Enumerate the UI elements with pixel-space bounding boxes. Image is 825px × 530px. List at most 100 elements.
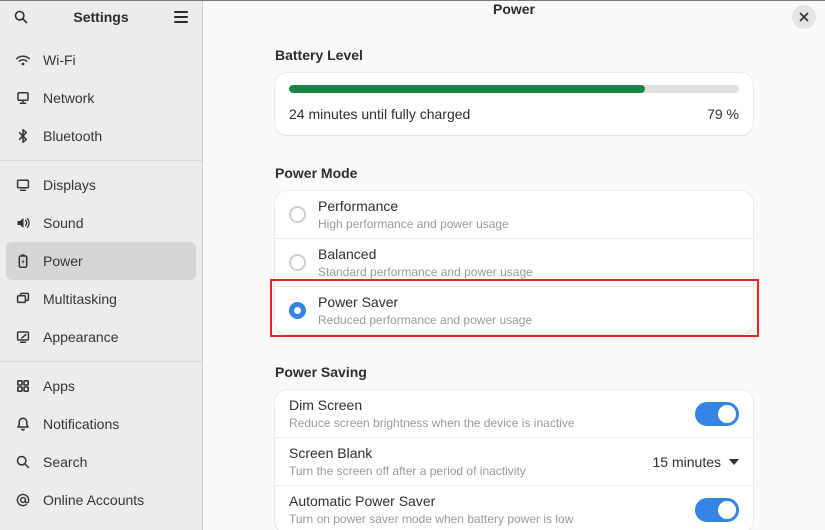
notifications-icon [15, 416, 31, 432]
sidebar-item-wifi[interactable]: Wi-Fi [6, 41, 196, 79]
network-icon [15, 90, 31, 106]
automatic-power-saver-toggle[interactable] [695, 497, 739, 522]
sidebar-item-power[interactable]: Power [6, 242, 196, 280]
dim-screen-toggle[interactable] [695, 401, 739, 426]
sidebar-item-apps[interactable]: Apps [6, 367, 196, 405]
power-mode-card: Performance High performance and power u… [270, 191, 759, 337]
option-subtitle: High performance and power usage [318, 217, 509, 231]
sound-icon [15, 215, 31, 231]
screen-blank-value: 15 minutes [652, 453, 721, 470]
setting-row-automatic-power-saver[interactable]: Automatic Power Saver Turn on power save… [275, 485, 753, 530]
sidebar-item-label: Online Accounts [43, 492, 145, 508]
option-wrap-balanced: Balanced Standard performance and power … [275, 238, 753, 286]
option-title: Balanced [318, 246, 377, 262]
option-title: Power Saver [318, 294, 399, 310]
battery-percent-label: 79 % [707, 106, 739, 122]
option-row-performance[interactable]: Performance High performance and power u… [275, 191, 753, 238]
setting-wrap-screen-blank: Screen Blank Turn the screen off after a… [275, 437, 753, 485]
setting-text: Screen Blank Turn the screen off after a… [289, 443, 641, 480]
sidebar-item-label: Sound [43, 215, 84, 231]
sidebar-item-appearance[interactable]: Appearance [6, 318, 196, 356]
power-saving-section: Power Saving Dim Screen Reduce screen br… [275, 364, 753, 530]
power-icon [15, 253, 31, 269]
power-saving-section-title: Power Saving [275, 364, 367, 380]
main-header: Power [203, 1, 825, 29]
hamburger-menu-icon[interactable] [170, 6, 192, 28]
sidebar-item-displays[interactable]: Displays [6, 166, 196, 204]
screen-blank-dropdown[interactable]: 15 minutes [653, 454, 739, 470]
settings-window: Settings Wi-Fi Network Bluetooth Display… [0, 0, 825, 530]
setting-title: Automatic Power Saver [289, 493, 436, 509]
option-row-power-saver[interactable]: Power Saver Reduced performance and powe… [275, 286, 753, 334]
option-subtitle: Reduced performance and power usage [318, 313, 533, 327]
sidebar-item-label: Power [43, 253, 83, 269]
setting-subtitle: Turn the screen off after a period of in… [289, 464, 526, 478]
setting-row-screen-blank[interactable]: Screen Blank Turn the screen off after a… [275, 437, 753, 485]
option-wrap-performance: Performance High performance and power u… [275, 191, 753, 238]
option-wrap-power-saver: Power Saver Reduced performance and powe… [270, 279, 759, 337]
sidebar-item-label: Search [43, 454, 88, 470]
balanced-radio[interactable] [289, 254, 306, 271]
setting-subtitle: Reduce screen brightness when the device… [289, 416, 575, 430]
battery-progress-track [289, 85, 739, 93]
setting-subtitle: Turn on power saver mode when battery po… [289, 512, 574, 526]
main-panel: Power Battery Level 24 minutes until ful… [203, 1, 825, 530]
option-text: Balanced Standard performance and power … [318, 244, 739, 281]
close-icon[interactable] [792, 5, 816, 29]
sidebar-item-sound[interactable]: Sound [6, 204, 196, 242]
apps-icon [15, 378, 31, 394]
wifi-icon [15, 52, 31, 68]
setting-title: Dim Screen [289, 397, 363, 413]
battery-text-row: 24 minutes until fully charged 79 % [289, 106, 739, 122]
battery-card: 24 minutes until fully charged 79 % [275, 73, 753, 135]
sidebar-item-bluetooth[interactable]: Bluetooth [6, 117, 196, 155]
power-saving-card: Dim Screen Reduce screen brightness when… [275, 390, 753, 530]
setting-row-dim-screen[interactable]: Dim Screen Reduce screen brightness when… [275, 390, 753, 437]
sidebar-item-search[interactable]: Search [6, 443, 196, 481]
content: Battery Level 24 minutes until fully cha… [270, 17, 759, 530]
option-text: Performance High performance and power u… [318, 196, 739, 233]
page-title: Power [492, 1, 535, 17]
displays-icon [15, 177, 31, 193]
sidebar-divider [0, 361, 202, 362]
sidebar-divider [0, 160, 202, 161]
sidebar-item-label: Wi-Fi [43, 52, 76, 68]
setting-wrap-dim-screen: Dim Screen Reduce screen brightness when… [275, 390, 753, 437]
sidebar-header: Settings [0, 1, 202, 33]
sidebar-title: Settings [73, 9, 129, 25]
sidebar-item-label: Displays [43, 177, 96, 193]
sidebar-item-label: Appearance [43, 329, 119, 345]
performance-radio[interactable] [289, 206, 306, 223]
setting-text: Automatic Power Saver Turn on power save… [289, 491, 683, 528]
sidebar-item-network[interactable]: Network [6, 79, 196, 117]
battery-section-title: Battery Level [275, 47, 363, 63]
sidebar: Settings Wi-Fi Network Bluetooth Display… [0, 1, 203, 530]
search-icon[interactable] [10, 6, 32, 28]
sidebar-item-online-accounts[interactable]: Online Accounts [6, 481, 196, 519]
setting-wrap-automatic-power-saver: Automatic Power Saver Turn on power save… [275, 485, 753, 530]
sidebar-item-label: Network [43, 90, 95, 106]
battery-progress-fill [289, 85, 645, 93]
toggle-knob [718, 404, 736, 423]
power-mode-section-title: Power Mode [275, 165, 358, 181]
search-icon [15, 454, 31, 470]
sidebar-item-label: Multitasking [43, 291, 117, 307]
sidebar-nav: Wi-Fi Network Bluetooth Displays Sound P… [0, 33, 202, 519]
setting-text: Dim Screen Reduce screen brightness when… [289, 395, 683, 432]
setting-title: Screen Blank [289, 445, 373, 461]
sidebar-item-label: Apps [43, 378, 75, 394]
option-subtitle: Standard performance and power usage [318, 265, 533, 279]
chevron-down-icon [729, 458, 739, 465]
power-mode-section: Power Mode Performance High performance … [270, 165, 759, 337]
option-title: Performance [318, 198, 399, 214]
appearance-icon [15, 329, 31, 345]
sidebar-item-label: Notifications [43, 416, 120, 432]
option-text: Power Saver Reduced performance and powe… [318, 292, 739, 329]
sidebar-item-notifications[interactable]: Notifications [6, 405, 196, 443]
multitasking-icon [15, 291, 31, 307]
at-sign-icon [15, 492, 31, 508]
option-row-balanced[interactable]: Balanced Standard performance and power … [275, 238, 753, 286]
power-saver-radio[interactable] [289, 302, 306, 319]
sidebar-item-multitasking[interactable]: Multitasking [6, 280, 196, 318]
battery-status-text: 24 minutes until fully charged [289, 106, 471, 122]
